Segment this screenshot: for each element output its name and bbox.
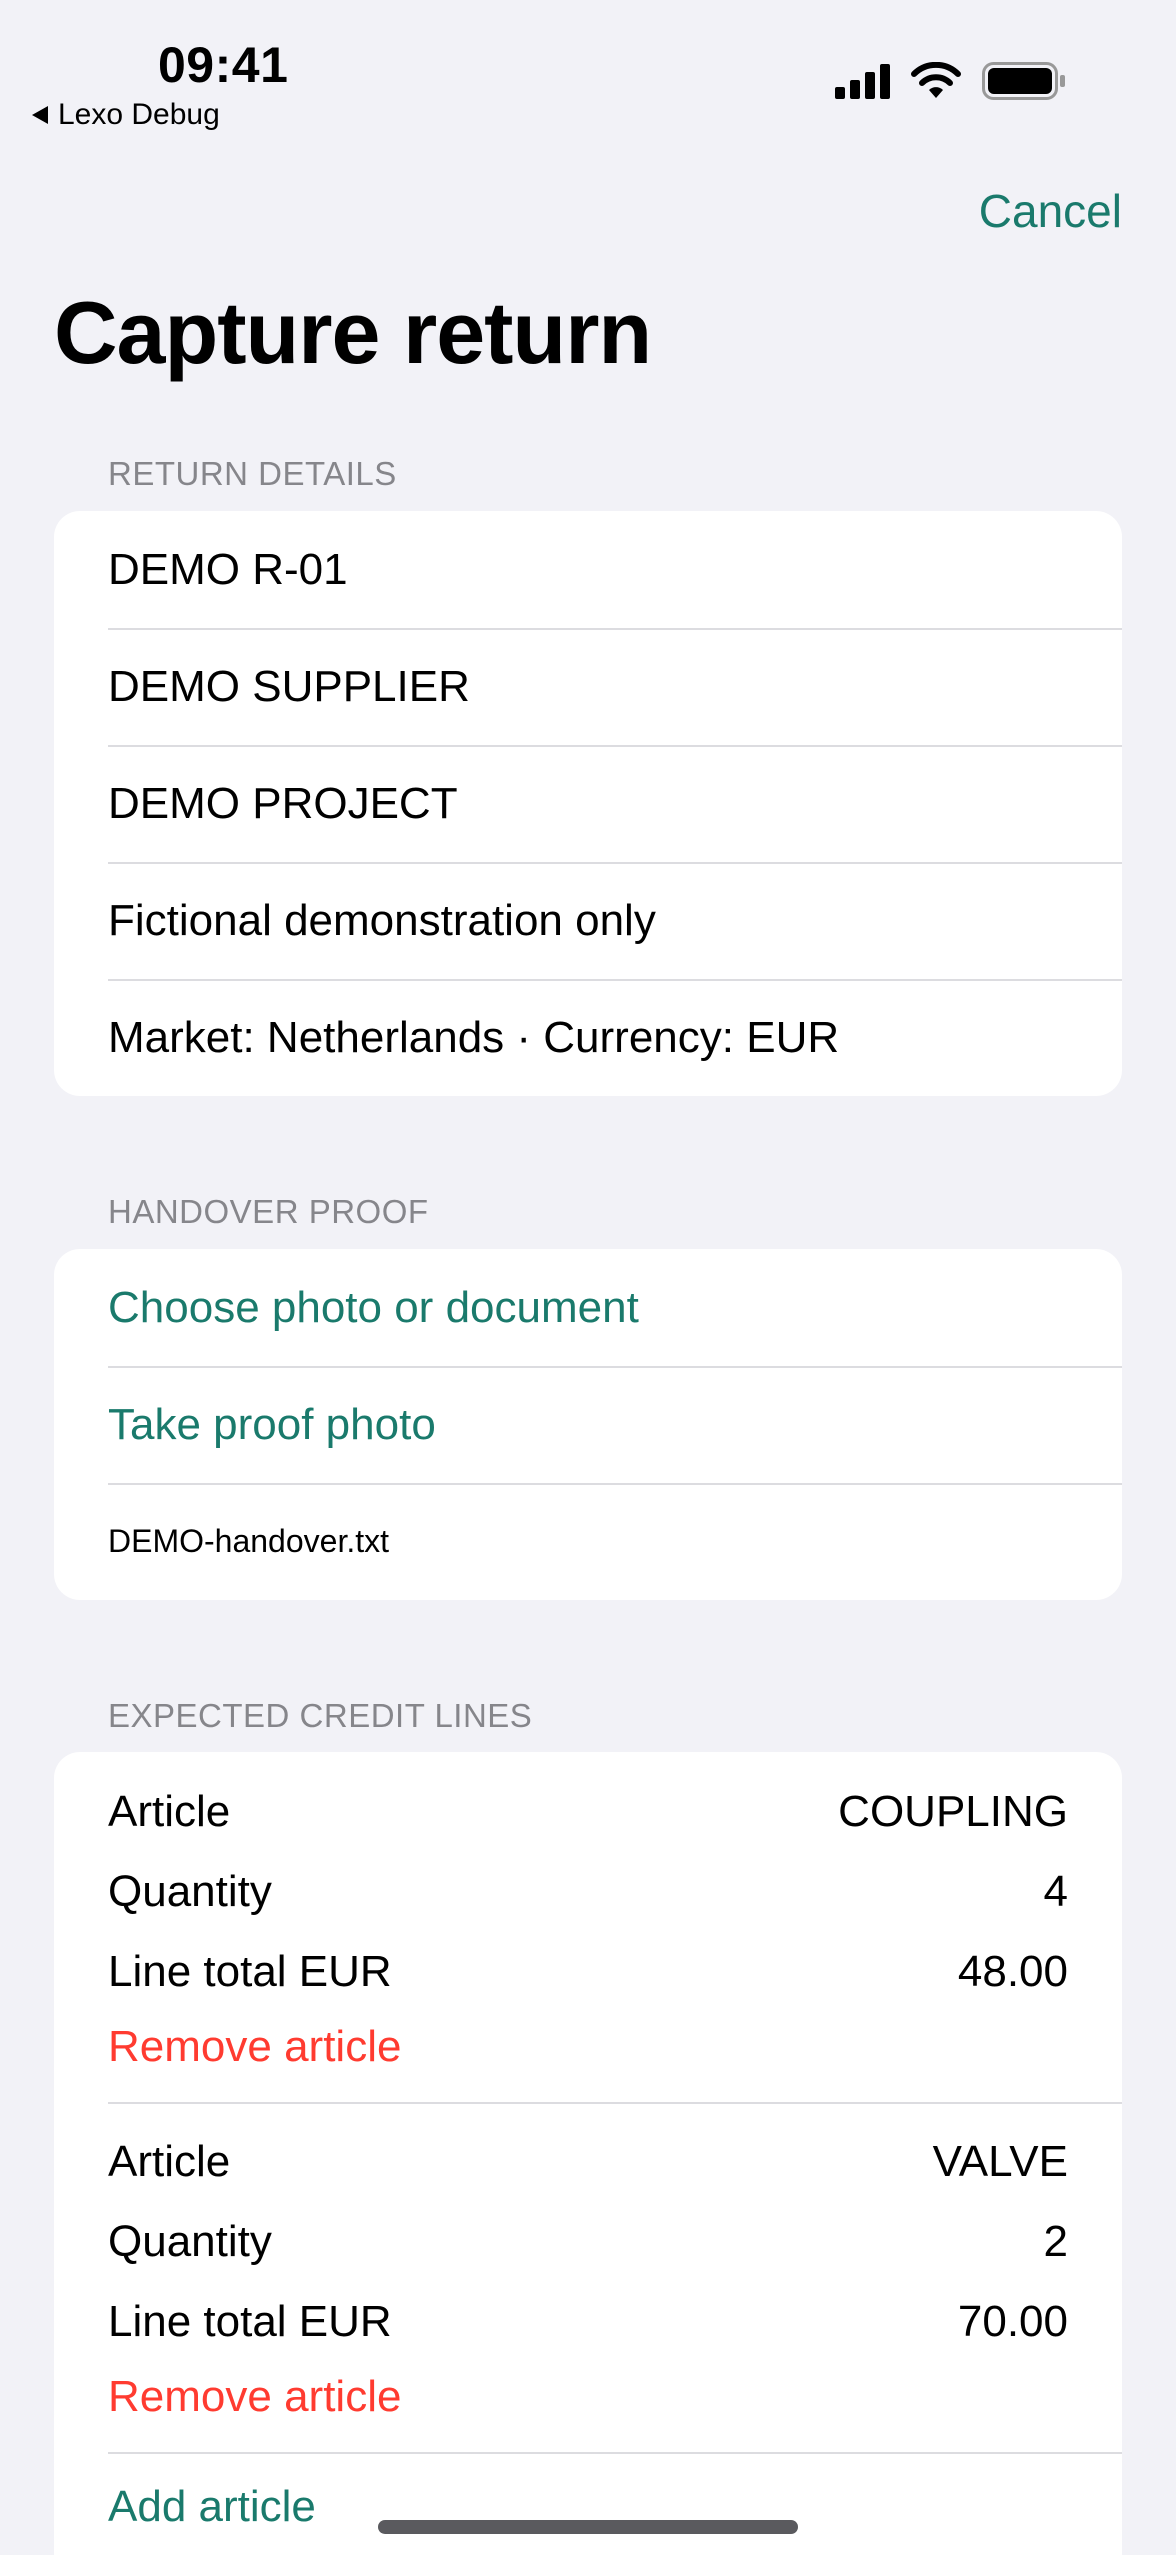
line-total-label: Line total EUR	[108, 2297, 392, 2346]
cancel-button[interactable]: Cancel	[979, 184, 1122, 238]
note-row[interactable]: Fictional demonstration only	[54, 862, 1122, 979]
status-icons	[835, 62, 1066, 100]
remove-article-button[interactable]: Remove article	[108, 2012, 1068, 2082]
quantity-label: Quantity	[108, 2217, 272, 2266]
return-number-row[interactable]: DEMO R-01	[54, 511, 1122, 628]
credit-lines-card: Article COUPLING Quantity 4 Line total E…	[54, 1752, 1122, 2555]
credit-line-item: Article COUPLING Quantity 4 Line total E…	[54, 1772, 1122, 2102]
battery-icon	[982, 62, 1065, 100]
return-details-header: RETURN DETAILS	[108, 455, 397, 492]
handover-proof-header: HANDOVER PROOF	[108, 1193, 429, 1230]
line-total-label: Line total EUR	[108, 1947, 392, 1996]
attached-file-name: DEMO-handover.txt	[54, 1483, 1122, 1600]
line-total-value[interactable]: 48.00	[958, 1947, 1068, 1997]
article-value[interactable]: COUPLING	[838, 1787, 1068, 1837]
choose-photo-button[interactable]: Choose photo or document	[54, 1249, 1122, 1366]
article-label: Article	[108, 2137, 231, 2186]
market-currency-row: Market: Netherlands · Currency: EUR	[54, 979, 1122, 1096]
credit-lines-header: EXPECTED CREDIT LINES	[108, 1697, 533, 1734]
line-total-value[interactable]: 70.00	[958, 2297, 1068, 2347]
quantity-value[interactable]: 2	[1044, 2217, 1068, 2267]
page-title: Capture return	[54, 283, 652, 382]
wifi-icon	[911, 62, 961, 98]
status-time: 09:41	[158, 37, 289, 93]
back-to-app-link[interactable]: Lexo Debug	[32, 98, 220, 132]
remove-article-button[interactable]: Remove article	[108, 2362, 1068, 2432]
return-details-card: DEMO R-01 DEMO SUPPLIER DEMO PROJECT Fic…	[54, 511, 1122, 1096]
take-proof-photo-button[interactable]: Take proof photo	[54, 1366, 1122, 1483]
quantity-label: Quantity	[108, 1867, 272, 1916]
quantity-value[interactable]: 4	[1044, 1867, 1068, 1917]
cellular-signal-icon	[835, 63, 890, 99]
project-row[interactable]: DEMO PROJECT	[54, 745, 1122, 862]
article-value[interactable]: VALVE	[933, 2137, 1068, 2187]
credit-line-item: Article VALVE Quantity 2 Line total EUR …	[54, 2102, 1122, 2452]
handover-proof-card: Choose photo or document Take proof phot…	[54, 1249, 1122, 1600]
add-article-button[interactable]: Add article	[54, 2452, 1122, 2555]
article-label: Article	[108, 1787, 231, 1836]
capture-return-screen: 09:41 Lexo Debug Cancel Capture return R…	[0, 0, 1176, 2555]
home-indicator[interactable]	[378, 2520, 798, 2534]
supplier-row[interactable]: DEMO SUPPLIER	[54, 628, 1122, 745]
back-triangle-icon	[32, 106, 48, 124]
back-app-label: Lexo Debug	[58, 98, 220, 131]
